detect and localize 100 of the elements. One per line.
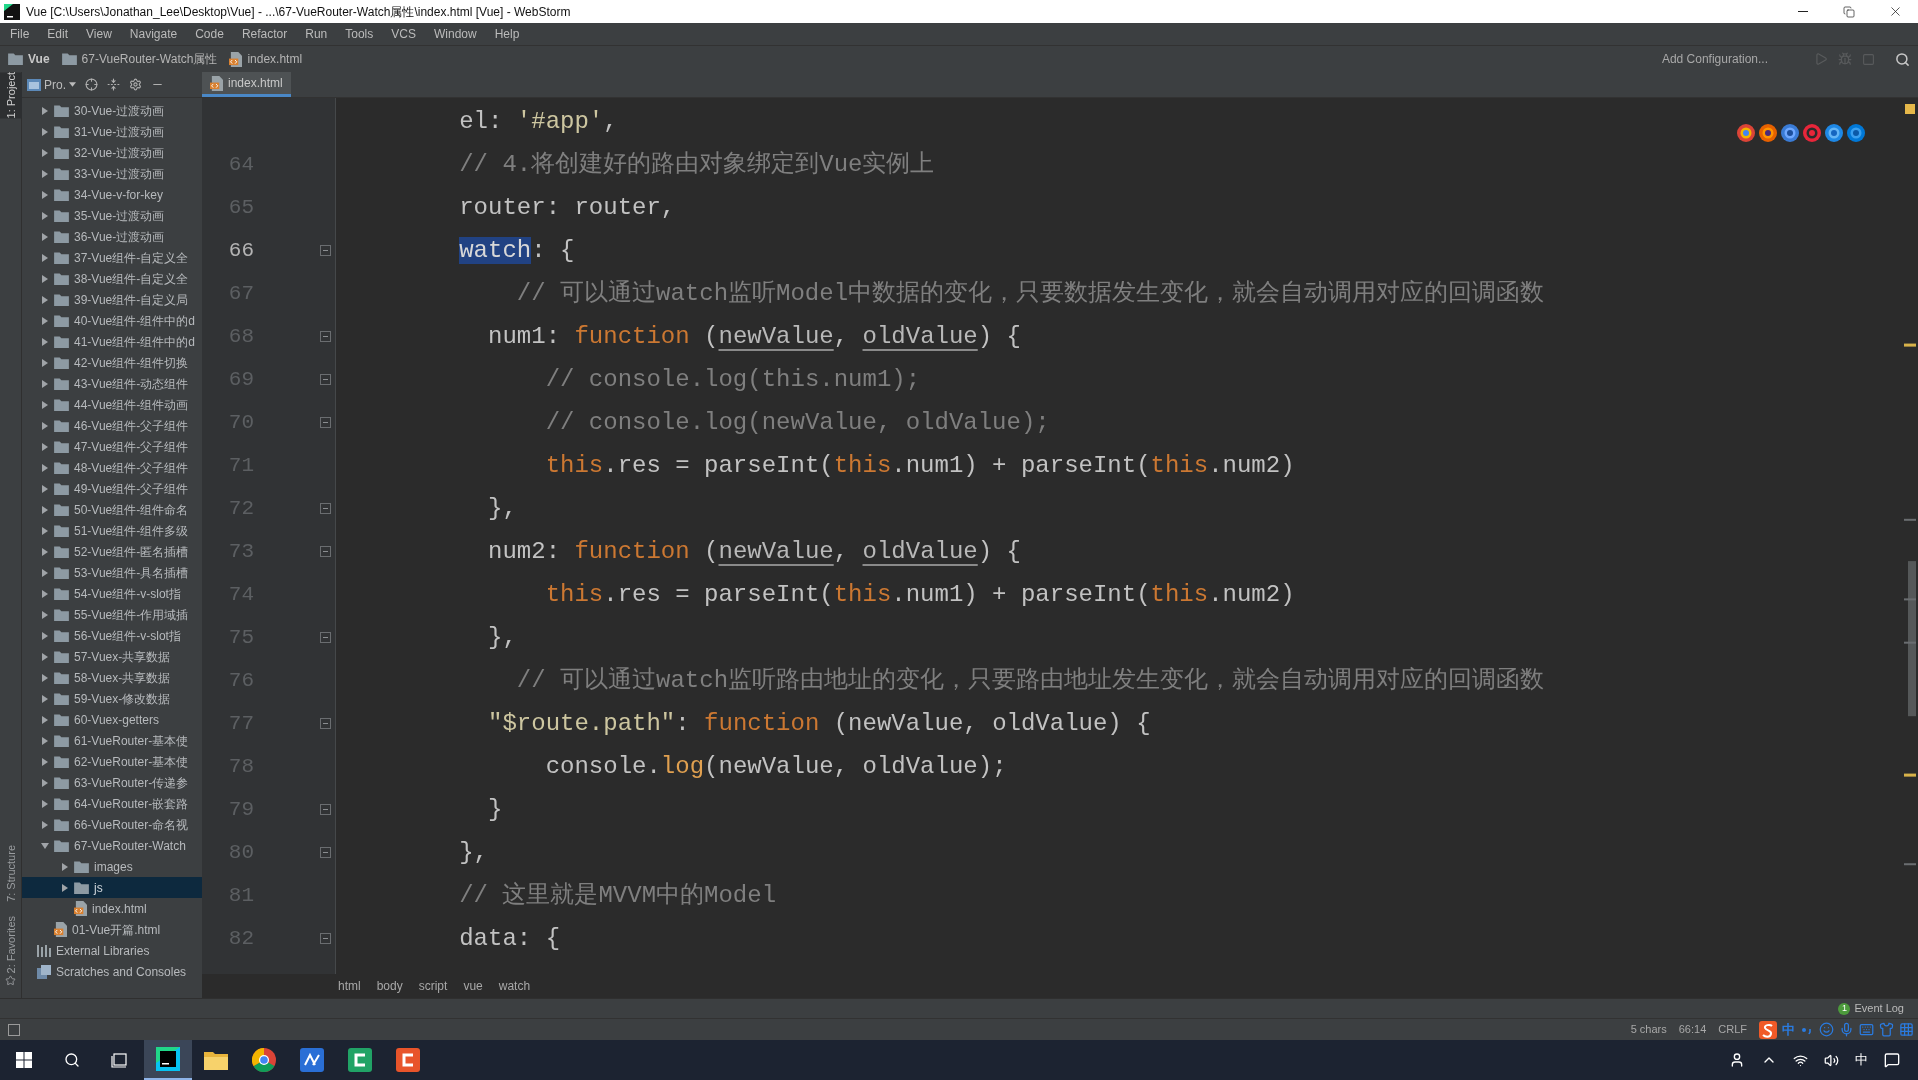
tree-item[interactable]: 50-Vue组件-组件命名 bbox=[22, 499, 202, 520]
fold-marker-icon[interactable] bbox=[320, 503, 331, 514]
tree-item[interactable]: 31-Vue-过渡动画 bbox=[22, 121, 202, 142]
tool-window-button[interactable]: 1: Project bbox=[0, 72, 22, 119]
tree-item[interactable]: 30-Vue-过渡动画 bbox=[22, 100, 202, 121]
menu-item[interactable]: VCS bbox=[382, 25, 425, 43]
settings-icon[interactable] bbox=[129, 78, 142, 91]
ime-logo-icon[interactable] bbox=[1759, 1020, 1777, 1039]
network-icon[interactable] bbox=[1793, 1052, 1808, 1068]
tree-item[interactable]: 44-Vue组件-组件动画 bbox=[22, 394, 202, 415]
tree-item[interactable]: 32-Vue-过渡动画 bbox=[22, 142, 202, 163]
tree-item[interactable]: 48-Vue组件-父子组件 bbox=[22, 457, 202, 478]
round-logo-icon[interactable] bbox=[1847, 124, 1865, 142]
tree-item[interactable]: 59-Vuex-修改数据 bbox=[22, 688, 202, 709]
mic-icon[interactable] bbox=[1839, 1022, 1854, 1037]
tree-item[interactable]: images bbox=[22, 856, 202, 877]
event-log-button[interactable]: 1 Event Log bbox=[1838, 1000, 1904, 1017]
tree-item[interactable]: 46-Vue组件-父子组件 bbox=[22, 415, 202, 436]
tree-item[interactable]: 60-Vuex-getters bbox=[22, 709, 202, 730]
round-logo-icon[interactable] bbox=[1781, 124, 1799, 142]
breadcrumb[interactable]: script bbox=[410, 977, 456, 995]
tree-item[interactable]: 36-Vue-过渡动画 bbox=[22, 226, 202, 247]
menu-item[interactable]: File bbox=[1, 25, 39, 43]
tree-item[interactable]: 42-Vue组件-组件切换 bbox=[22, 352, 202, 373]
tree-item[interactable]: 01-Vue开篇.html bbox=[22, 919, 202, 940]
tree-item[interactable]: index.html bbox=[22, 898, 202, 919]
path-crumb[interactable]: Vue bbox=[8, 50, 50, 68]
fold-marker-icon[interactable] bbox=[320, 546, 331, 557]
breadcrumb[interactable]: watch bbox=[490, 977, 539, 995]
menu-item[interactable]: Refactor bbox=[232, 25, 297, 43]
menu-item[interactable]: Edit bbox=[38, 25, 78, 43]
tree-item[interactable]: 38-Vue组件-自定义全 bbox=[22, 268, 202, 289]
fold-marker-icon[interactable] bbox=[320, 632, 331, 643]
crosshair-icon[interactable] bbox=[85, 78, 98, 91]
menu-item[interactable]: Run bbox=[296, 25, 337, 43]
grid-icon[interactable] bbox=[1899, 1022, 1914, 1037]
round-logo-icon[interactable] bbox=[1737, 124, 1755, 142]
tree-item[interactable]: 52-Vue组件-匿名插槽 bbox=[22, 541, 202, 562]
tool-window-button[interactable]: 7: Structure bbox=[0, 844, 22, 902]
tree-item[interactable]: 56-Vue组件-v-slot指 bbox=[22, 625, 202, 646]
breadcrumb[interactable]: body bbox=[368, 977, 411, 995]
fold-marker-icon[interactable] bbox=[320, 718, 331, 729]
tree-item[interactable]: 37-Vue组件-自定义全 bbox=[22, 247, 202, 268]
menu-item[interactable]: Navigate bbox=[120, 25, 187, 43]
view-selector[interactable]: Pro. bbox=[27, 75, 76, 94]
keyboard-icon[interactable] bbox=[1859, 1022, 1874, 1037]
editor-tab[interactable]: index.html bbox=[202, 72, 291, 97]
tree-item[interactable]: 64-VueRouter-嵌套路 bbox=[22, 793, 202, 814]
tree-item[interactable]: 58-Vuex-共享数据 bbox=[22, 667, 202, 688]
breadcrumb[interactable]: vue bbox=[455, 977, 491, 995]
tree-item[interactable]: 34-Vue-v-for-key bbox=[22, 184, 202, 205]
tree-item[interactable]: 33-Vue-过渡动画 bbox=[22, 163, 202, 184]
notification-icon[interactable] bbox=[1884, 1052, 1900, 1068]
tree-item[interactable]: Scratches and Consoles bbox=[22, 961, 202, 982]
tree-item[interactable]: 51-Vue组件-组件多级 bbox=[22, 520, 202, 541]
fold-marker-icon[interactable] bbox=[320, 331, 331, 342]
collapse-all-icon[interactable] bbox=[107, 78, 120, 91]
round-logo-icon[interactable] bbox=[1803, 124, 1821, 142]
tree-item[interactable]: 61-VueRouter-基本使 bbox=[22, 730, 202, 751]
tree-item[interactable]: 54-Vue组件-v-slot指 bbox=[22, 583, 202, 604]
layout-icon[interactable] bbox=[8, 1023, 20, 1036]
status-item[interactable]: 5 chars bbox=[1624, 1021, 1673, 1038]
smiley-icon[interactable] bbox=[1819, 1022, 1834, 1037]
tree-item[interactable]: 35-Vue-过渡动画 bbox=[22, 205, 202, 226]
tree-item[interactable]: js bbox=[22, 877, 202, 898]
path-crumb[interactable]: 67-VueRouter-Watch属性 bbox=[61, 50, 218, 68]
fold-marker-icon[interactable] bbox=[320, 374, 331, 385]
status-item[interactable]: CRLF bbox=[1712, 1021, 1753, 1038]
tree-item[interactable]: 43-Vue组件-动态组件 bbox=[22, 373, 202, 394]
menu-item[interactable]: View bbox=[77, 25, 121, 43]
tree-item[interactable]: 57-Vuex-共享数据 bbox=[22, 646, 202, 667]
round-logo-icon[interactable] bbox=[1825, 124, 1843, 142]
breadcrumb[interactable]: html bbox=[330, 977, 369, 995]
tree-item[interactable]: 40-Vue组件-组件中的d bbox=[22, 310, 202, 331]
person-icon[interactable] bbox=[1729, 1052, 1745, 1068]
input-method-indicator[interactable]: 中 bbox=[1855, 1050, 1868, 1070]
fold-marker-icon[interactable] bbox=[320, 245, 331, 256]
status-item[interactable]: 66:14 bbox=[1672, 1021, 1713, 1038]
tree-item[interactable]: External Libraries bbox=[22, 940, 202, 961]
tree-item[interactable]: 55-Vue组件-作用域插 bbox=[22, 604, 202, 625]
round-logo-icon[interactable] bbox=[1759, 124, 1777, 142]
fold-marker-icon[interactable] bbox=[320, 417, 331, 428]
tree-item[interactable]: 41-Vue组件-组件中的d bbox=[22, 331, 202, 352]
run-configuration-selector[interactable]: Add Configuration... bbox=[1655, 49, 1774, 69]
tree-item[interactable]: 53-Vue组件-具名插槽 bbox=[22, 562, 202, 583]
tree-item[interactable]: 39-Vue组件-自定义局 bbox=[22, 289, 202, 310]
search-icon[interactable] bbox=[1895, 51, 1910, 67]
fold-marker-icon[interactable] bbox=[320, 933, 331, 944]
volume-icon[interactable] bbox=[1824, 1052, 1839, 1068]
menu-item[interactable]: Tools bbox=[336, 25, 383, 43]
menu-item[interactable]: Code bbox=[186, 25, 233, 43]
shirt-icon[interactable] bbox=[1879, 1022, 1894, 1037]
tree-item[interactable]: 63-VueRouter-传递参 bbox=[22, 772, 202, 793]
menu-item[interactable]: Help bbox=[485, 25, 529, 43]
tree-item[interactable]: 62-VueRouter-基本使 bbox=[22, 751, 202, 772]
tree-item[interactable]: 47-Vue组件-父子组件 bbox=[22, 436, 202, 457]
taskbar-app[interactable] bbox=[144, 1040, 192, 1080]
fold-marker-icon[interactable] bbox=[320, 804, 331, 815]
tree-item[interactable]: 66-VueRouter-命名视 bbox=[22, 814, 202, 835]
menu-item[interactable]: Window bbox=[424, 25, 486, 43]
